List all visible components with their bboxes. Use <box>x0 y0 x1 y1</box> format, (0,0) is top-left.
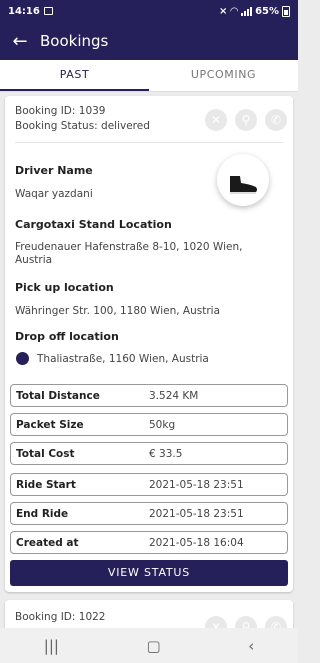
pickup-location: Währinger Str. 100, 1180 Wien, Austria <box>15 305 221 317</box>
booking-status: Booking Status: delivered <box>15 120 150 132</box>
dropoff-location-label: Drop off location <box>15 330 119 343</box>
battery-percent: 65% <box>255 5 279 17</box>
view-status-button[interactable]: VIEW STATUS <box>10 560 288 586</box>
detail-key: Created at <box>16 536 79 549</box>
detail-row: End Ride 2021-05-18 23:51 <box>10 502 288 525</box>
gallery-notification-icon <box>43 7 53 15</box>
booking-id: Booking ID: 1022 <box>15 611 106 623</box>
recents-icon[interactable]: ||| <box>44 637 59 655</box>
system-nav-bar: ||| ▢ ‹ <box>0 628 298 663</box>
app-bar: ← Bookings <box>0 22 298 60</box>
dropoff-marker-icon <box>16 352 29 365</box>
driver-name-label: Driver Name <box>15 164 93 177</box>
detail-row: Packet Size 50kg <box>10 413 288 436</box>
back-arrow-icon[interactable]: ← <box>0 31 40 52</box>
stand-location-label: Cargotaxi Stand Location <box>15 218 172 231</box>
stand-location: Freudenauer Hafenstraße 8-10, 1020 Wien,… <box>15 241 243 266</box>
detail-key: Packet Size <box>16 418 84 431</box>
tab-upcoming[interactable]: UPCOMING <box>149 60 298 91</box>
booking-tabs: PAST UPCOMING <box>0 60 298 92</box>
divider <box>15 142 283 143</box>
dropoff-location: Thaliastraße, 1160 Wien, Austria <box>37 353 209 365</box>
pickup-location-label: Pick up location <box>15 281 114 294</box>
detail-key: Total Cost <box>16 447 75 460</box>
detail-value: 2021-05-18 23:51 <box>149 478 244 491</box>
status-time: 14:16 <box>8 5 40 17</box>
battery-icon <box>282 5 290 17</box>
detail-value: 3.524 KM <box>149 389 199 402</box>
mute-icon: × <box>218 5 228 17</box>
signal-icon <box>241 6 253 16</box>
detail-key: Ride Start <box>16 478 76 491</box>
cancel-icon[interactable]: ✕ <box>205 109 227 131</box>
detail-value: 50kg <box>149 418 176 431</box>
detail-row: Total Cost € 33.5 <box>10 442 288 465</box>
driver-avatar <box>217 154 269 206</box>
detail-row: Total Distance 3.524 KM <box>10 384 288 407</box>
track-driver-icon[interactable]: ⚲ <box>235 109 257 131</box>
detail-value: 2021-05-18 23:51 <box>149 507 244 520</box>
detail-row: Ride Start 2021-05-18 23:51 <box>10 473 288 496</box>
wifi-icon: ◠ <box>230 5 239 17</box>
shoe-icon <box>230 176 257 194</box>
booking-header: Booking ID: 1039 Booking Status: deliver… <box>15 104 150 134</box>
detail-value: 2021-05-18 16:04 <box>149 536 244 549</box>
back-icon[interactable]: ‹ <box>248 637 254 655</box>
booking-card: Booking ID: 1039 Booking Status: deliver… <box>5 96 293 592</box>
phone-icon[interactable]: ✆ <box>265 109 287 131</box>
detail-value: € 33.5 <box>149 447 183 460</box>
page-title: Bookings <box>40 32 109 50</box>
detail-key: End Ride <box>16 507 69 520</box>
home-icon[interactable]: ▢ <box>146 637 160 655</box>
tab-past[interactable]: PAST <box>0 60 149 91</box>
detail-key: Total Distance <box>16 389 100 402</box>
booking-id: Booking ID: 1039 <box>15 105 106 117</box>
booking-actions: ✕ ⚲ ✆ <box>205 109 287 131</box>
detail-row: Created at 2021-05-18 16:04 <box>10 531 288 554</box>
status-bar: 14:16 × ◠ 65% <box>0 0 298 22</box>
